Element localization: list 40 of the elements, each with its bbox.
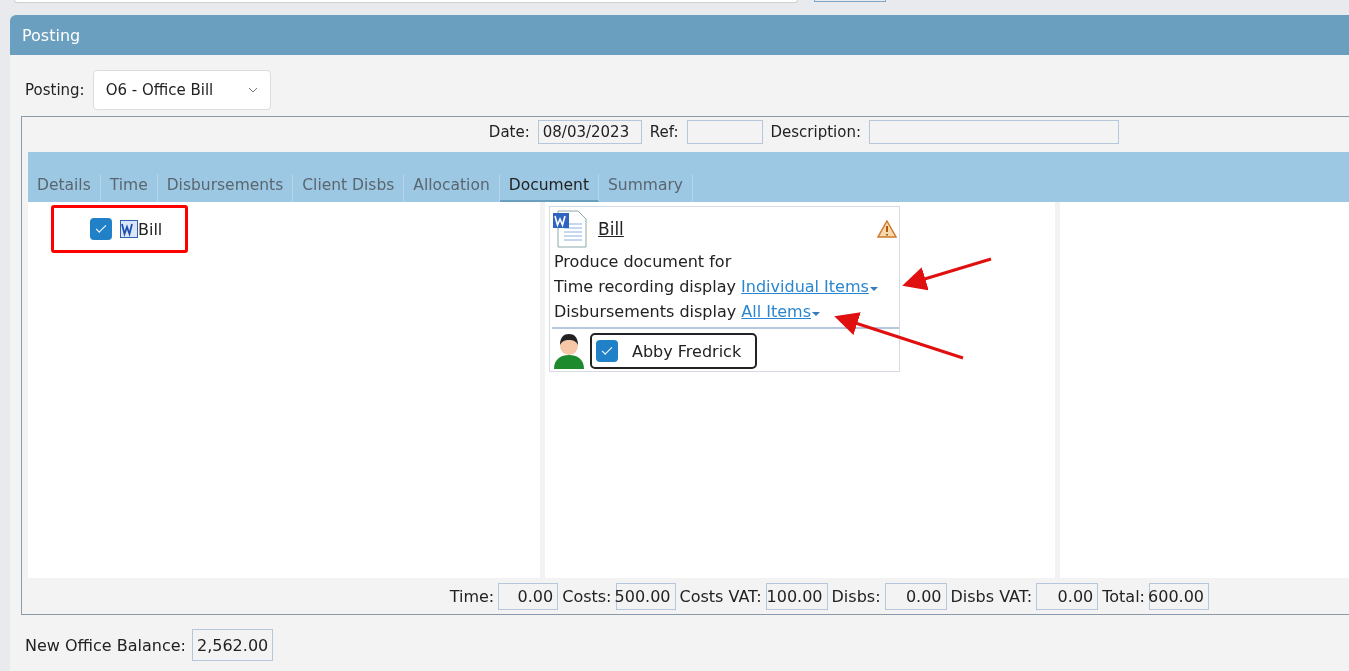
total-label: Costs: [562, 586, 612, 606]
chevron-down-icon [247, 87, 258, 93]
option-dropdown-link[interactable]: Individual Items [741, 277, 879, 296]
total-field: 100.00 [765, 582, 828, 610]
document-title[interactable]: Bill [598, 219, 867, 239]
field-label: Date: [488, 123, 530, 141]
option-label: Time recording display [554, 277, 736, 296]
option-dropdown-link[interactable]: All Items [741, 302, 821, 321]
document-name[interactable]: Bill [138, 219, 163, 239]
total-label: Disbs VAT: [950, 586, 1033, 606]
posting-label: Posting: [25, 81, 85, 99]
total-label: Total: [1102, 586, 1145, 606]
total-field: 0.00 [498, 582, 559, 610]
total-field: 0.00 [1036, 582, 1099, 610]
panel-title: Posting [10, 15, 1349, 55]
date-field[interactable]: 08/03/2023 [537, 120, 642, 144]
checkbox[interactable] [90, 218, 112, 240]
description-field[interactable] [869, 120, 1119, 144]
caret-down-icon [811, 311, 821, 317]
warning-icon [877, 220, 897, 238]
checkbox[interactable] [596, 340, 618, 362]
word-document-icon [552, 210, 588, 248]
ref-field[interactable] [686, 120, 763, 144]
field-label: Ref: [649, 123, 679, 141]
total-field: 0.00 [884, 582, 947, 610]
posting-dropdown[interactable]: O6 - Office Bill [92, 70, 271, 110]
total-label: Time: [449, 586, 495, 606]
balance-label: New Office Balance: [25, 635, 186, 655]
caret-down-icon [868, 286, 879, 292]
total-field: 500.00 [615, 582, 676, 610]
intro-text: Produce document for [553, 251, 733, 273]
total-label: Disbs: [831, 586, 881, 606]
person-icon [552, 332, 586, 370]
total-field: 600.00 [1149, 582, 1209, 610]
recipient-option[interactable]: Abby Fredrick [590, 333, 758, 369]
total-label: Costs VAT: [679, 586, 762, 606]
word-document-icon [120, 219, 138, 238]
field-label: Description: [770, 123, 861, 141]
balance-field: 2,562.00 [192, 629, 274, 661]
option-label: Disbursements display [554, 302, 737, 321]
